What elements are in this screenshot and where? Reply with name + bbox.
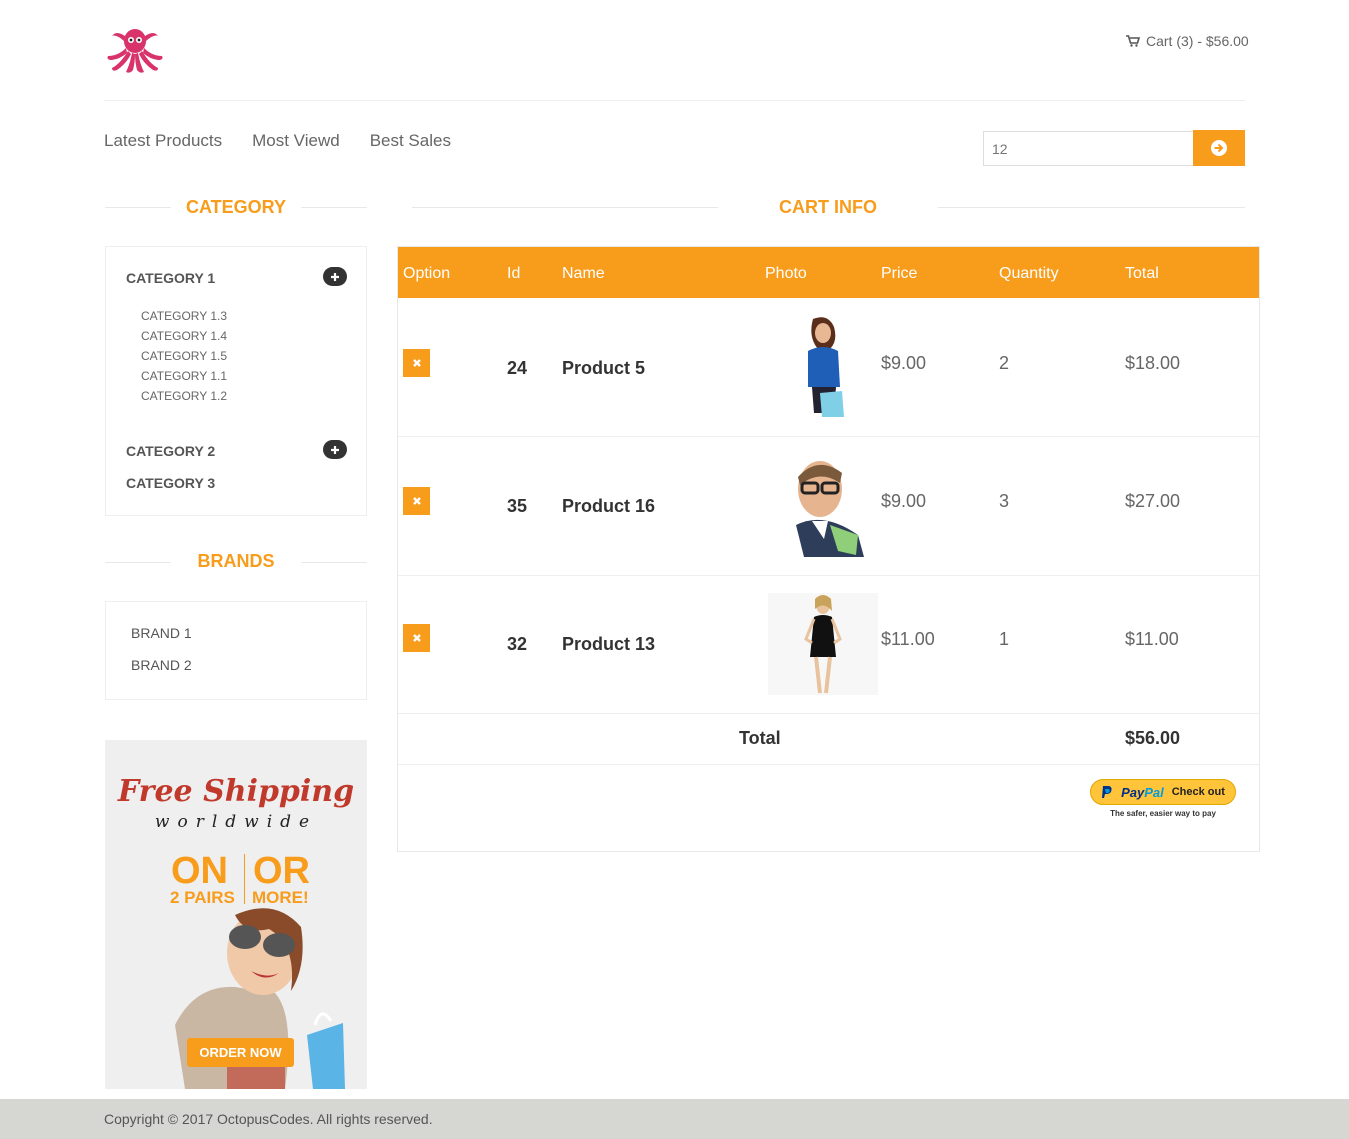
column-header-id: Id	[507, 265, 521, 282]
arrow-circle-right-icon	[1211, 140, 1227, 156]
ad-subheadline: worldwide	[154, 812, 318, 832]
cell-name: Product 13	[562, 634, 656, 654]
paypal-checkout-button[interactable]: PayPal Check out	[1090, 779, 1236, 805]
cart-title-line-left	[412, 207, 718, 208]
cell-id: 24	[507, 358, 528, 378]
brands-panel: BRAND 1 BRAND 2	[105, 601, 367, 700]
ad-headline: Free Shipping	[117, 774, 355, 809]
cell-quantity: 1	[999, 629, 1010, 649]
expand-category-2-button[interactable]	[323, 440, 347, 459]
plus-icon	[331, 445, 339, 454]
subcategory-item[interactable]: CATEGORY 1.2	[141, 389, 227, 403]
category-item-3[interactable]: CATEGORY 3	[126, 475, 215, 491]
cart-table-header: Option Id Name Photo Price Quantity Tota…	[398, 247, 1259, 298]
subcategory-item[interactable]: CATEGORY 1.5	[141, 349, 227, 363]
nav-best-sales[interactable]: Best Sales	[370, 131, 451, 151]
cart-total-value: $56.00	[1125, 728, 1181, 748]
column-header-total: Total	[1125, 265, 1159, 282]
brand-item-1[interactable]: BRAND 1	[131, 625, 192, 641]
category-title-line-left	[105, 207, 171, 208]
octopus-logo[interactable]	[104, 26, 166, 74]
subcategory-item[interactable]: CATEGORY 1.1	[141, 369, 227, 383]
copyright-text: Copyright © 2017 OctopusCodes. All right…	[104, 1111, 433, 1127]
table-row: 35 Product 16 $9.00 3 $27.00	[398, 437, 1259, 575]
paypal-brand-pal: Pal	[1144, 784, 1164, 800]
expand-category-1-button[interactable]	[323, 267, 347, 286]
table-row: 32 Product 13 $11.00 1 $11.00	[398, 576, 1259, 713]
category-item-1[interactable]: CATEGORY 1	[126, 270, 215, 286]
remove-item-button[interactable]	[403, 624, 430, 652]
footer: Copyright © 2017 OctopusCodes. All right…	[0, 1099, 1349, 1139]
category-item-2[interactable]: CATEGORY 2	[126, 443, 215, 459]
column-header-name: Name	[562, 265, 605, 282]
cart-link[interactable]: Cart (3) - $56.00	[1126, 33, 1249, 49]
cell-price: $9.00	[881, 491, 927, 511]
cell-total: $11.00	[1125, 629, 1179, 649]
cell-id: 35	[507, 496, 528, 516]
ad-divider	[244, 854, 245, 904]
paypal-checkout-label: Check out	[1171, 786, 1225, 798]
nav-latest-products[interactable]: Latest Products	[104, 131, 222, 151]
column-header-photo: Photo	[765, 265, 807, 282]
cart-summary: Cart (3) - $56.00	[1146, 33, 1249, 49]
close-icon	[412, 497, 421, 505]
cell-total: $18.00	[1125, 353, 1181, 373]
column-header-option: Option	[403, 265, 451, 282]
cart-table: Option Id Name Photo Price Quantity Tota…	[397, 246, 1260, 852]
column-header-quantity: Quantity	[999, 265, 1059, 282]
brands-title-line-left	[105, 562, 171, 563]
ad-or-text: OR	[253, 850, 310, 892]
subcategory-item[interactable]: CATEGORY 1.3	[141, 309, 227, 323]
nav-most-viewed[interactable]: Most Viewd	[252, 131, 340, 151]
main-nav: Latest Products Most Viewd Best Sales	[104, 131, 451, 151]
product-photo	[768, 455, 878, 557]
header-divider	[104, 100, 1245, 101]
free-shipping-banner[interactable]: Free Shipping worldwide ON OR 2 PAIRS MO…	[105, 740, 367, 1089]
row-divider	[398, 713, 1259, 714]
octopus-logo-icon	[107, 29, 163, 73]
cart-info-title: CART INFO	[779, 197, 877, 217]
product-photo	[768, 593, 878, 695]
column-header-price: Price	[881, 265, 918, 282]
paypal-tagline: The safer, easier way to pay	[1110, 809, 1216, 818]
brands-title: BRANDS	[197, 551, 275, 571]
plus-icon	[331, 272, 339, 281]
cell-quantity: 2	[999, 353, 1010, 373]
search-input[interactable]	[983, 131, 1194, 166]
order-now-button[interactable]: ORDER NOW	[187, 1038, 294, 1067]
brand-item-2[interactable]: BRAND 2	[131, 657, 192, 673]
paypal-logo-text: PayPal	[1121, 785, 1164, 800]
row-divider	[398, 764, 1259, 765]
brands-title-line-right	[301, 562, 367, 563]
cell-price: $9.00	[881, 353, 927, 373]
category-panel: CATEGORY 1 CATEGORY 1.3 CATEGORY 1.4 CAT…	[105, 246, 367, 516]
cell-id: 32	[507, 634, 528, 654]
paypal-icon	[1102, 786, 1112, 798]
cart-total-label: Total	[739, 728, 781, 748]
category-title-line-right	[301, 207, 367, 208]
product-photo	[768, 317, 878, 419]
cell-name: Product 16	[562, 496, 656, 516]
cell-name: Product 5	[562, 358, 646, 378]
close-icon	[412, 359, 421, 367]
cell-quantity: 3	[999, 491, 1010, 511]
table-row: 24 Product 5 $9.00 2 $18.00	[398, 298, 1259, 436]
subcategory-item[interactable]: CATEGORY 1.4	[141, 329, 227, 343]
cell-price: $11.00	[881, 629, 935, 649]
remove-item-button[interactable]	[403, 487, 430, 515]
category-title: CATEGORY	[185, 197, 286, 217]
cell-total: $27.00	[1125, 491, 1181, 511]
cart-title-line-right	[938, 207, 1245, 208]
paypal-brand-pay: Pay	[1121, 784, 1145, 800]
search-button[interactable]	[1193, 130, 1245, 166]
ad-on-text: ON	[171, 850, 228, 892]
cart-icon	[1126, 35, 1140, 47]
close-icon	[412, 634, 421, 642]
remove-item-button[interactable]	[403, 349, 430, 377]
